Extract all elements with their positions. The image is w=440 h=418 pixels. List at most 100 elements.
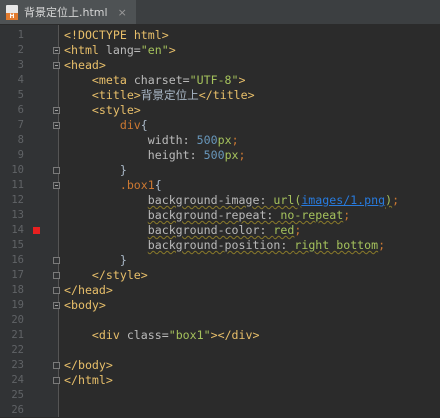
line-number[interactable]: 17 bbox=[0, 268, 24, 283]
code-token: 500 bbox=[203, 148, 225, 162]
code-line[interactable]: 16 } bbox=[0, 253, 440, 268]
code-line[interactable]: 8 width: 500px; bbox=[0, 133, 440, 148]
line-number[interactable]: 12 bbox=[0, 193, 24, 208]
code-line[interactable]: 17 </style> bbox=[0, 268, 440, 283]
code-line[interactable]: 18 </head> bbox=[0, 283, 440, 298]
code-line[interactable]: 13 background-repeat: no-repeat; bbox=[0, 208, 440, 223]
code-text: background-image: url(images/1.png); bbox=[64, 193, 399, 208]
code-line[interactable]: 14 background-color: red; bbox=[0, 223, 440, 238]
code-line[interactable]: 4 <meta charset="UTF-8"> bbox=[0, 73, 440, 88]
line-number[interactable]: 7 bbox=[0, 118, 24, 133]
code-token: height: bbox=[147, 148, 204, 162]
code-text: .box1{ bbox=[64, 178, 162, 193]
code-token: ></div> bbox=[210, 328, 260, 342]
close-tab-icon[interactable]: × bbox=[118, 6, 127, 19]
code-line[interactable]: 26 bbox=[0, 403, 440, 418]
breakpoint-marker-icon[interactable] bbox=[33, 227, 40, 234]
code-token: background-color: bbox=[147, 223, 274, 237]
fold-end-icon[interactable] bbox=[53, 257, 60, 264]
fold-collapse-icon[interactable] bbox=[53, 47, 60, 54]
code-line[interactable]: 20 bbox=[0, 313, 440, 328]
line-number[interactable]: 25 bbox=[0, 388, 24, 403]
code-line[interactable]: 5 <title>背景定位上</title> bbox=[0, 88, 440, 103]
fold-collapse-icon[interactable] bbox=[53, 122, 60, 129]
code-line[interactable]: 19 <body> bbox=[0, 298, 440, 313]
code-token: lang= bbox=[105, 43, 141, 57]
code-token: <!DOCTYPE bbox=[64, 28, 134, 42]
code-line[interactable]: 1 <!DOCTYPE html> bbox=[0, 28, 440, 43]
code-token: ; bbox=[392, 193, 400, 207]
code-token: ; bbox=[231, 133, 239, 147]
code-line[interactable]: 9 height: 500px; bbox=[0, 148, 440, 163]
code-token: 背景定位上 bbox=[140, 88, 199, 102]
code-text: } bbox=[64, 253, 127, 268]
fold-end-icon[interactable] bbox=[53, 167, 60, 174]
line-number[interactable]: 9 bbox=[0, 148, 24, 163]
file-tab-label: 背景定位上.html bbox=[24, 6, 108, 19]
fold-collapse-icon[interactable] bbox=[53, 62, 60, 69]
fold-end-icon[interactable] bbox=[53, 272, 60, 279]
fold-collapse-icon[interactable] bbox=[53, 182, 60, 189]
code-line[interactable]: 15 background-position: right bottom; bbox=[0, 238, 440, 253]
line-number[interactable]: 16 bbox=[0, 253, 24, 268]
line-number[interactable]: 22 bbox=[0, 343, 24, 358]
code-line[interactable]: 24 </html> bbox=[0, 373, 440, 388]
code-text: width: 500px; bbox=[64, 133, 239, 148]
line-number[interactable]: 6 bbox=[0, 103, 24, 118]
line-number[interactable]: 21 bbox=[0, 328, 24, 343]
code-line[interactable]: 22 bbox=[0, 343, 440, 358]
line-number[interactable]: 15 bbox=[0, 238, 24, 253]
line-number[interactable]: 8 bbox=[0, 133, 24, 148]
line-number[interactable]: 2 bbox=[0, 43, 24, 58]
code-line[interactable]: 7 div{ bbox=[0, 118, 440, 133]
code-token: "box1" bbox=[168, 328, 211, 342]
code-token: background-position: bbox=[147, 238, 295, 252]
fold-end-icon[interactable] bbox=[53, 377, 60, 384]
line-number[interactable]: 4 bbox=[0, 73, 24, 88]
code-text: <html lang="en"> bbox=[64, 43, 176, 58]
code-line[interactable]: 25 bbox=[0, 388, 440, 403]
line-number[interactable]: 11 bbox=[0, 178, 24, 193]
line-number[interactable]: 23 bbox=[0, 358, 24, 373]
line-number[interactable]: 24 bbox=[0, 373, 24, 388]
code-line[interactable]: 21 <div class="box1"></div> bbox=[0, 328, 440, 343]
fold-end-icon[interactable] bbox=[53, 287, 60, 294]
line-number[interactable]: 18 bbox=[0, 283, 24, 298]
code-text: <head> bbox=[64, 58, 106, 73]
code-editor[interactable]: 1 <!DOCTYPE html> 2 <html lang="en"> 3 <head>… bbox=[0, 25, 440, 417]
file-tab[interactable]: 背景定位上.html × bbox=[0, 0, 136, 24]
fold-end-icon[interactable] bbox=[53, 362, 60, 369]
code-line[interactable]: 12 background-image: url(images/1.png); bbox=[0, 193, 440, 208]
code-token: } bbox=[64, 163, 127, 177]
code-text: <title>背景定位上</title> bbox=[64, 88, 255, 103]
line-number[interactable]: 1 bbox=[0, 28, 24, 43]
code-token: .box1 bbox=[119, 178, 155, 192]
line-number[interactable]: 20 bbox=[0, 313, 24, 328]
code-line[interactable]: 11 .box1{ bbox=[0, 178, 440, 193]
line-number[interactable]: 19 bbox=[0, 298, 24, 313]
code-line[interactable]: 3 <head> bbox=[0, 58, 440, 73]
code-token: charset= bbox=[133, 73, 190, 87]
fold-collapse-icon[interactable] bbox=[53, 302, 60, 309]
code-line[interactable]: 6 <style> bbox=[0, 103, 440, 118]
line-number[interactable]: 13 bbox=[0, 208, 24, 223]
code-token: <title> bbox=[91, 88, 141, 102]
line-number[interactable]: 5 bbox=[0, 88, 24, 103]
fold-collapse-icon[interactable] bbox=[53, 107, 60, 114]
line-number[interactable]: 10 bbox=[0, 163, 24, 178]
line-number[interactable]: 3 bbox=[0, 58, 24, 73]
line-number[interactable]: 14 bbox=[0, 223, 24, 238]
html-file-icon bbox=[6, 5, 18, 20]
code-line[interactable]: 10 } bbox=[0, 163, 440, 178]
code-line[interactable]: 2 <html lang="en"> bbox=[0, 43, 440, 58]
line-number[interactable]: 26 bbox=[0, 403, 24, 418]
code-token: </style> bbox=[91, 268, 148, 282]
code-line[interactable]: 23 </body> bbox=[0, 358, 440, 373]
code-token: </body> bbox=[64, 358, 113, 372]
